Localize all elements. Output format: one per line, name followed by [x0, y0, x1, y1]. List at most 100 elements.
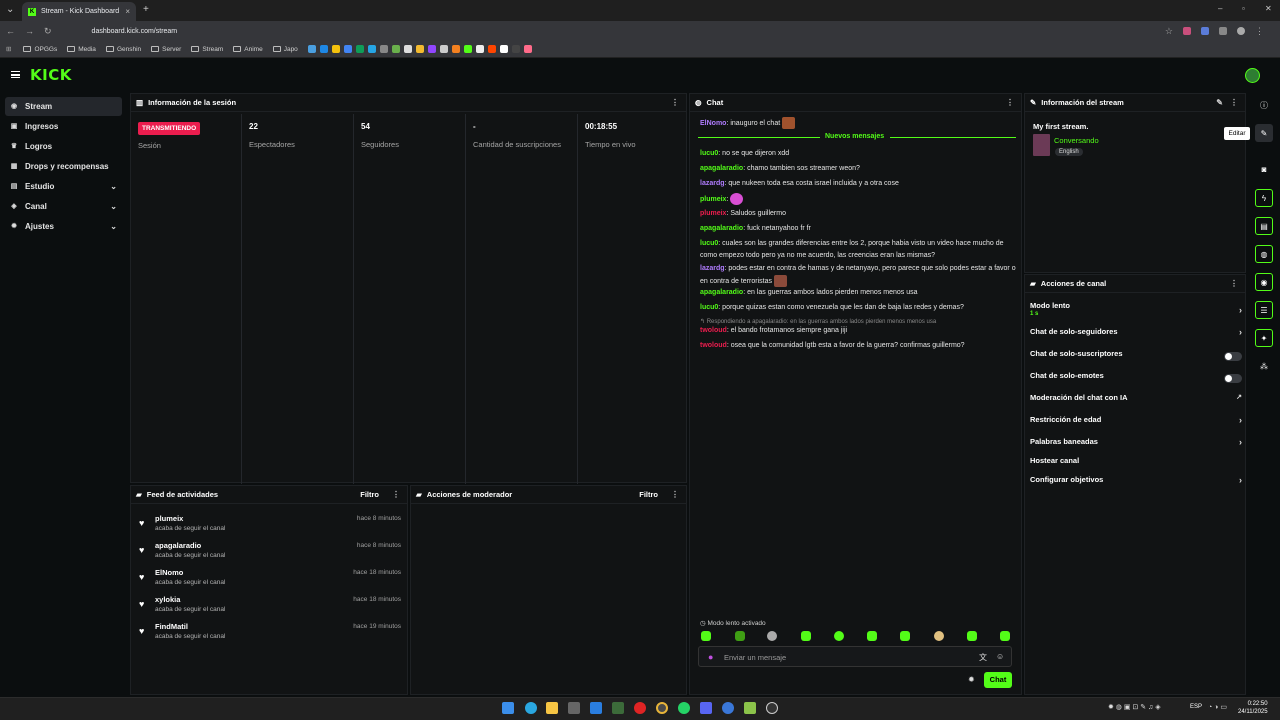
url-field[interactable]: dashboard.kick.com/stream	[92, 28, 178, 35]
more-options-icon[interactable]: ⋮	[392, 490, 400, 499]
profile-icon[interactable]	[1237, 27, 1245, 35]
back-icon[interactable]: ←	[6, 26, 15, 36]
translate-icon[interactable]: 文	[979, 652, 987, 663]
filter-button[interactable]: Filtro	[360, 490, 379, 499]
sidebar-item-estudio[interactable]: ▤ Estudio ⌄	[5, 177, 122, 196]
chat-bubble-icon[interactable]: ◍	[1255, 245, 1273, 263]
bookmark-icon[interactable]	[463, 45, 472, 53]
banned-words-row[interactable]: Palabras baneadas ›	[1030, 437, 1242, 453]
bookmark-icon[interactable]	[367, 45, 376, 53]
broadcast-icon[interactable]: ◉	[1255, 273, 1273, 291]
close-window-icon[interactable]: ✕	[1265, 4, 1272, 13]
chat-username[interactable]: twoloud	[700, 342, 727, 349]
bookmark-icon[interactable]	[451, 45, 460, 53]
server-icon[interactable]: ☰	[1255, 301, 1273, 319]
windows-start-icon[interactable]	[502, 702, 514, 714]
chat-username[interactable]: lucu0	[700, 304, 718, 311]
discord-icon[interactable]	[700, 702, 712, 714]
sidebar-item-canal[interactable]: ◈ Canal ⌄	[5, 197, 122, 216]
tab-list-icon[interactable]: ⌄	[6, 4, 14, 15]
extension-icon[interactable]	[1219, 27, 1227, 35]
subscribers-only-toggle[interactable]	[1224, 352, 1242, 361]
forward-icon[interactable]: →	[25, 26, 34, 36]
taskbar-app-icon[interactable]	[568, 702, 580, 714]
bookmark-icon[interactable]	[343, 45, 352, 53]
feed-username[interactable]: plumeix	[155, 514, 183, 523]
chat-username[interactable]: lazardg	[700, 265, 725, 272]
emoji-icon[interactable]: ☺	[996, 652, 1004, 661]
sidebar-item-drops[interactable]: ▦ Drops y recompensas	[5, 157, 122, 176]
kick-logo[interactable]: KICK	[30, 66, 72, 84]
chat-username[interactable]: lazardg	[700, 180, 725, 187]
more-options-icon[interactable]: ⋮	[1230, 98, 1238, 107]
taskbar-app-icon[interactable]	[612, 702, 624, 714]
emote-icon[interactable]	[900, 631, 910, 641]
sidebar-item-stream[interactable]: ◉ Stream	[5, 97, 122, 116]
followers-only-row[interactable]: Chat de solo-seguidores ›	[1030, 327, 1242, 343]
sidebar-item-ajustes[interactable]: ✹ Ajustes ⌄	[5, 217, 122, 236]
bookmark-icon[interactable]	[355, 45, 364, 53]
bookmark-icon[interactable]	[415, 45, 424, 53]
emote-icon[interactable]	[735, 631, 745, 641]
feed-username[interactable]: ElNomo	[155, 568, 183, 577]
chat-username[interactable]: ElNomo	[700, 120, 726, 127]
system-clock[interactable]: 0:22:50 24/11/2025	[1238, 700, 1268, 716]
apps-icon[interactable]: ⊞	[6, 45, 11, 53]
taskbar-app-icon[interactable]	[744, 702, 756, 714]
microphone-icon[interactable]: ●	[708, 652, 713, 662]
tray-icons[interactable]: ✹ ◍ ▣ ⊡ ✎ ♫ ◈	[1108, 703, 1161, 711]
bookmark-folder[interactable]: Server	[151, 46, 181, 53]
emote-icon[interactable]	[1000, 631, 1010, 641]
taskbar-app-icon[interactable]	[525, 702, 537, 714]
minimize-icon[interactable]: –	[1218, 4, 1222, 13]
bookmark-folder[interactable]: Media	[67, 46, 96, 53]
maximize-icon[interactable]: ▫	[1242, 4, 1245, 13]
emote-icon[interactable]	[767, 631, 777, 641]
obs-icon[interactable]	[766, 702, 778, 714]
age-restriction-row[interactable]: Restricción de edad ›	[1030, 415, 1242, 431]
bookmark-icon[interactable]	[319, 45, 328, 53]
chat-settings-gear-icon[interactable]: ✹	[968, 675, 975, 684]
bookmark-icon[interactable]	[523, 45, 532, 53]
chat-username[interactable]: twoloud	[700, 327, 727, 334]
goals-row[interactable]: Configurar objetivos ›	[1030, 475, 1242, 491]
host-channel-row[interactable]: Hostear canal	[1030, 456, 1242, 472]
edit-pencil-icon[interactable]: ✎	[1255, 124, 1273, 142]
hamburger-menu-icon[interactable]	[11, 71, 20, 78]
lightning-icon[interactable]: ϟ	[1255, 189, 1273, 207]
filter-button[interactable]: Filtro	[639, 490, 658, 499]
chat-username[interactable]: apagalaradio	[700, 165, 743, 172]
chat-username[interactable]: plumeix	[700, 196, 726, 203]
bookmark-icon[interactable]	[379, 45, 388, 53]
share-icon[interactable]: ⁂	[1255, 357, 1273, 375]
bookmark-icon[interactable]	[499, 45, 508, 53]
vscode-icon[interactable]	[590, 702, 602, 714]
file-explorer-icon[interactable]	[546, 702, 558, 714]
sidebar-item-ingresos[interactable]: ▣ Ingresos	[5, 117, 122, 136]
reload-icon[interactable]: ↻	[44, 26, 52, 37]
chat-username[interactable]: apagalaradio	[700, 225, 743, 232]
wrench-icon[interactable]: ✦	[1255, 329, 1273, 347]
bookmark-folder[interactable]: Anime	[233, 46, 263, 53]
github-icon[interactable]	[439, 45, 448, 53]
bookmark-icon[interactable]	[307, 45, 316, 53]
menu-icon[interactable]: ⋮	[1255, 26, 1264, 37]
chat-username[interactable]: lucu0	[700, 240, 718, 247]
extension-icon[interactable]	[1183, 27, 1191, 35]
emote-icon[interactable]	[967, 631, 977, 641]
bookmark-icon[interactable]	[487, 45, 496, 53]
emote-icon[interactable]	[934, 631, 944, 641]
stream-category[interactable]: Conversando	[1054, 136, 1099, 145]
new-tab-icon[interactable]: +	[143, 4, 149, 15]
feed-username[interactable]: FindMatil	[155, 622, 188, 631]
bookmark-folder[interactable]: Japo	[272, 46, 298, 53]
feed-username[interactable]: xylokia	[155, 595, 180, 604]
network-volume-icon[interactable]: ◔ ◑ ▭	[1208, 703, 1227, 711]
more-options-icon[interactable]: ⋮	[1006, 98, 1014, 107]
emote-icon[interactable]	[701, 631, 711, 641]
bookmark-icon[interactable]	[391, 45, 400, 53]
taskbar-app-icon[interactable]	[722, 702, 734, 714]
camera-icon[interactable]: ◙	[1255, 160, 1273, 178]
bookmark-icon[interactable]	[475, 45, 484, 53]
feed-username[interactable]: apagalaradio	[155, 541, 201, 550]
